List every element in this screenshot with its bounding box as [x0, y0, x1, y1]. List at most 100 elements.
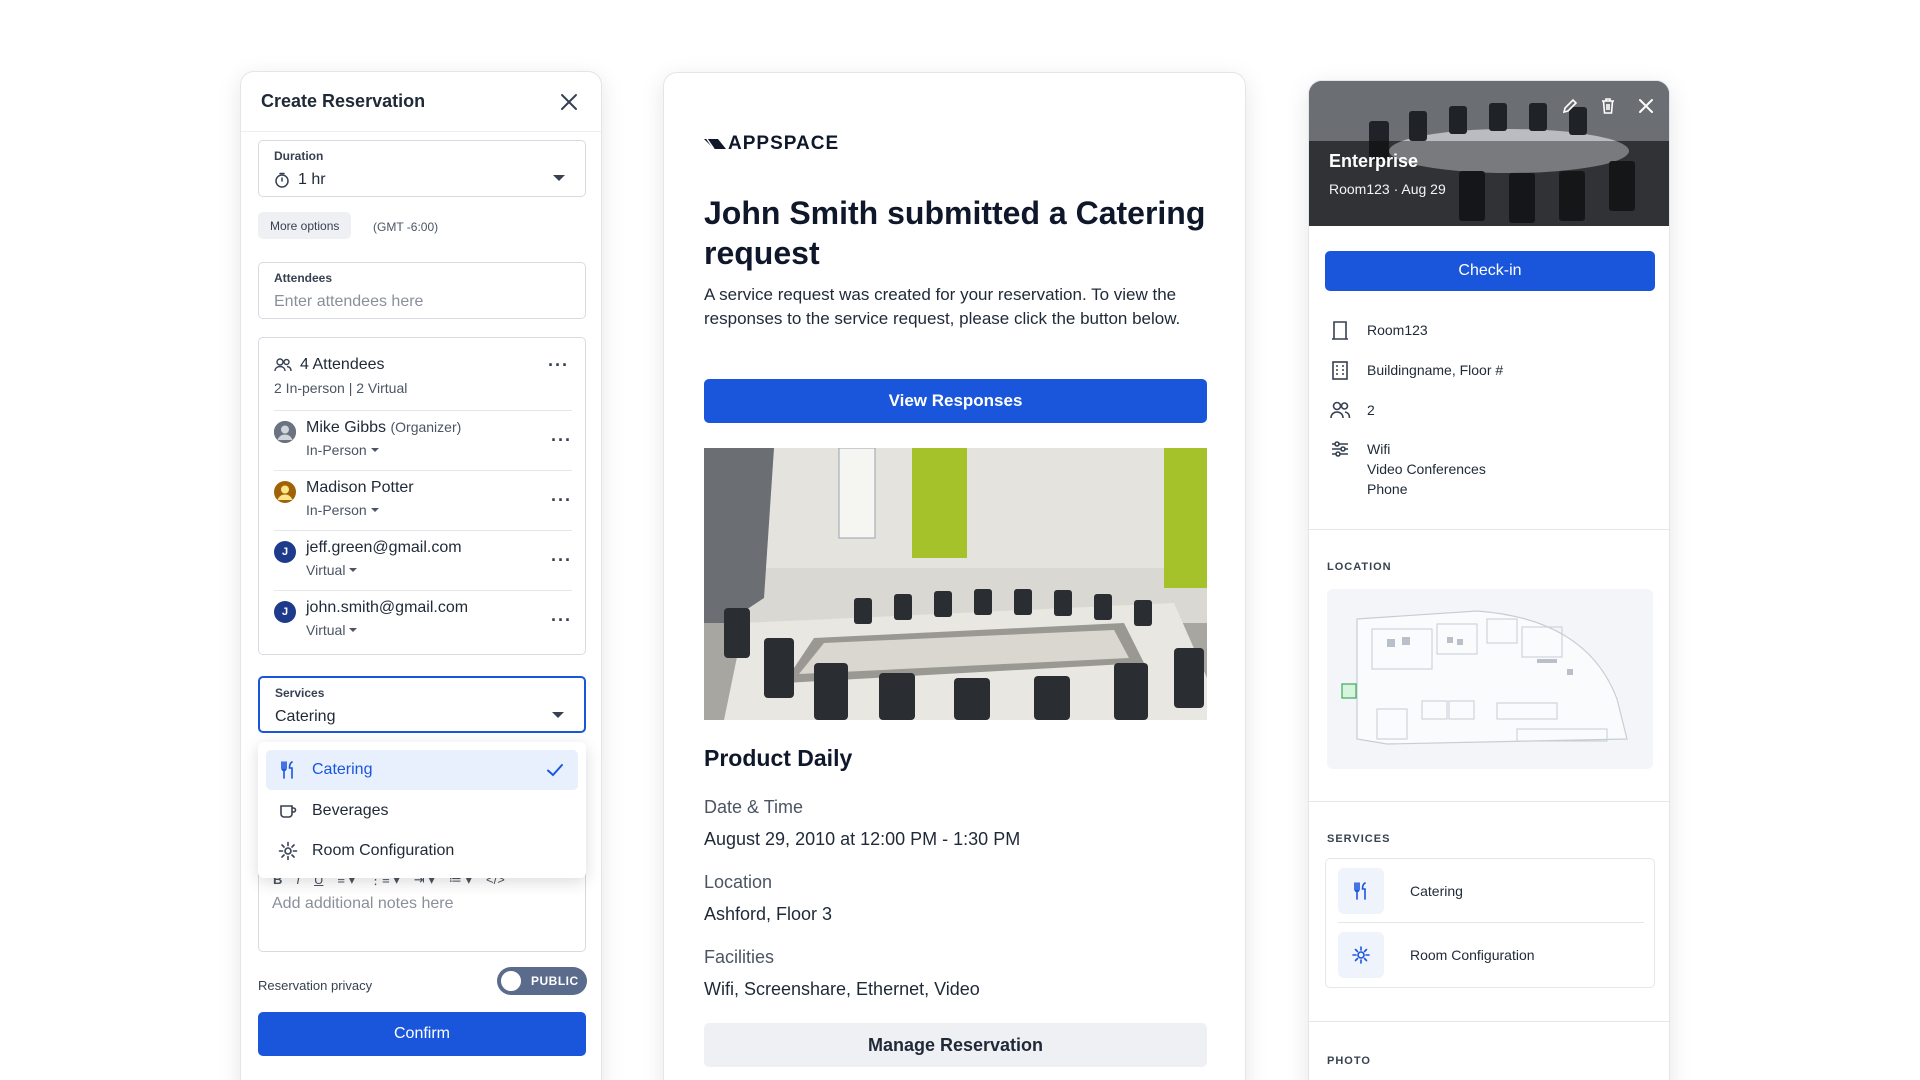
- dropdown-item-label: Catering: [312, 761, 373, 778]
- attendee-row[interactable]: J john.smith@gmail.com Virtual ···: [274, 590, 572, 650]
- email-title: John Smith submitted a Catering request: [704, 195, 1206, 271]
- manage-reservation-button[interactable]: Manage Reservation: [704, 1023, 1207, 1067]
- attendee-role: (Organizer): [390, 419, 462, 435]
- avatar: J: [274, 601, 296, 623]
- divider: [1309, 529, 1669, 530]
- dropdown-item-catering[interactable]: Catering: [266, 750, 578, 790]
- services-select[interactable]: Services Catering: [258, 676, 586, 733]
- panel-header: Create Reservation: [241, 72, 601, 132]
- email-notification-panel: APPSPACE John Smith submitted a Catering…: [663, 72, 1246, 1080]
- attendees-input[interactable]: Attendees Enter attendees here: [258, 262, 586, 319]
- utensils-icon: [281, 761, 293, 779]
- panel-title: Create Reservation: [261, 91, 426, 111]
- services-label: Services: [275, 686, 325, 700]
- stopwatch-icon: [275, 172, 289, 188]
- notes-placeholder: Add additional notes here: [272, 895, 454, 912]
- conference-room-photo: [704, 448, 1207, 720]
- avatar: J: [274, 541, 296, 563]
- duration-label: Duration: [274, 149, 324, 163]
- services-value: Catering: [275, 708, 336, 725]
- gear-icon: [1338, 932, 1384, 978]
- amenities-list: Wifi Video Conferences Phone: [1367, 438, 1486, 497]
- create-reservation-panel: Create Reservation Duration 1 hr More op…: [240, 71, 602, 1080]
- more-horizontal-icon[interactable]: ···: [551, 551, 572, 569]
- divider: [1309, 1021, 1669, 1022]
- amenities-info-row: Wifi Video Conferences Phone: [1329, 438, 1486, 497]
- confirm-button[interactable]: Confirm: [258, 1012, 586, 1056]
- check-in-button[interactable]: Check-in: [1325, 251, 1655, 291]
- more-horizontal-icon[interactable]: ···: [548, 356, 569, 374]
- location-value: Ashford, Floor 3: [704, 904, 833, 924]
- capacity-value: 2: [1367, 402, 1375, 418]
- location-label: Location: [704, 872, 773, 892]
- attendee-name: john.smith@gmail.com: [306, 599, 469, 616]
- attendee-row[interactable]: Madison Potter In-Person ···: [274, 470, 572, 530]
- attendee-mode-select[interactable]: In-Person: [306, 442, 379, 458]
- more-options-button[interactable]: More options: [258, 212, 352, 239]
- amenity-item: Wifi: [1367, 441, 1391, 457]
- attendees-placeholder: Enter attendees here: [274, 293, 424, 310]
- caret-down-icon: [370, 508, 379, 512]
- caret-down-icon: [349, 568, 358, 572]
- building-info-row: Buildingname, Floor #: [1329, 359, 1503, 381]
- attendee-name: Madison Potter: [306, 479, 414, 496]
- more-horizontal-icon[interactable]: ···: [551, 491, 572, 509]
- logo-mark-icon: [704, 138, 726, 150]
- attendee-mode-select[interactable]: Virtual: [306, 562, 358, 578]
- email-description: A service request was created for your r…: [704, 285, 1181, 328]
- building-name: Buildingname, Floor #: [1367, 362, 1504, 378]
- attendee-mode: In-Person: [306, 502, 367, 518]
- location-section-label: LOCATION: [1327, 561, 1392, 573]
- attendee-mode: Virtual: [306, 562, 346, 578]
- facilities-label: Facilities: [704, 947, 775, 967]
- photo-section-label: PHOTO: [1327, 1055, 1371, 1067]
- attendees-label: Attendees: [274, 271, 333, 285]
- building-icon: [1332, 361, 1348, 380]
- door-icon: [1332, 321, 1348, 340]
- pencil-icon[interactable]: [1559, 95, 1581, 117]
- service-label: Room Configuration: [1410, 947, 1535, 963]
- amenity-item: Video Conferences: [1367, 461, 1486, 477]
- users-icon: [1330, 401, 1351, 419]
- attendee-name: jeff.green@gmail.com: [306, 539, 462, 556]
- attendees-list: 4 Attendees 2 In-person | 2 Virtual ··· …: [258, 337, 586, 655]
- attendee-row[interactable]: J jeff.green@gmail.com Virtual ···: [274, 530, 572, 590]
- chevron-down-icon: [552, 712, 564, 718]
- amenity-item: Phone: [1367, 481, 1408, 497]
- attendee-mode-select[interactable]: Virtual: [306, 622, 358, 638]
- caret-down-icon: [349, 628, 358, 632]
- dropdown-item-beverages[interactable]: Beverages: [266, 791, 578, 831]
- date-label: Date & Time: [704, 797, 804, 817]
- services-list: Catering Room Configuration: [1325, 858, 1655, 988]
- attendee-mode: In-Person: [306, 442, 367, 458]
- service-item-catering[interactable]: Catering: [1338, 859, 1644, 923]
- floor-map[interactable]: [1327, 589, 1653, 769]
- services-dropdown: Catering Beverages Room Configuration: [258, 742, 586, 878]
- attendee-row[interactable]: Mike Gibbs (Organizer) In-Person ···: [274, 410, 572, 470]
- logo-text: APPSPACE: [728, 133, 840, 154]
- close-icon[interactable]: [557, 90, 581, 114]
- service-label: Catering: [1410, 882, 1463, 899]
- duration-select[interactable]: Duration 1 hr: [258, 140, 586, 197]
- sliders-icon: [1332, 441, 1348, 457]
- services-section-label: SERVICES: [1327, 833, 1391, 845]
- attendees-count: 4 Attendees: [300, 356, 385, 373]
- avatar: [274, 481, 296, 503]
- attendee-mode-select[interactable]: In-Person: [306, 502, 379, 518]
- close-icon[interactable]: [1635, 95, 1657, 117]
- dropdown-item-label: Room Configuration: [312, 842, 455, 859]
- room-hero-image: Enterprise Room123 · Aug 29: [1309, 81, 1669, 226]
- appspace-logo: APPSPACE: [704, 133, 839, 155]
- more-horizontal-icon[interactable]: ···: [551, 611, 572, 629]
- caret-down-icon: [370, 448, 379, 452]
- privacy-label: Reservation privacy: [258, 978, 373, 993]
- capacity-info-row: 2: [1329, 399, 1375, 421]
- room-details-panel: Enterprise Room123 · Aug 29 Check-in Roo…: [1308, 80, 1670, 1080]
- trash-icon[interactable]: [1597, 95, 1619, 117]
- dropdown-item-label: Beverages: [312, 802, 389, 819]
- view-responses-button[interactable]: View Responses: [704, 379, 1207, 423]
- service-item-room-configuration[interactable]: Room Configuration: [1338, 923, 1644, 987]
- privacy-toggle[interactable]: PUBLIC: [497, 967, 587, 995]
- more-horizontal-icon[interactable]: ···: [551, 431, 572, 449]
- dropdown-item-room-configuration[interactable]: Room Configuration: [266, 831, 578, 871]
